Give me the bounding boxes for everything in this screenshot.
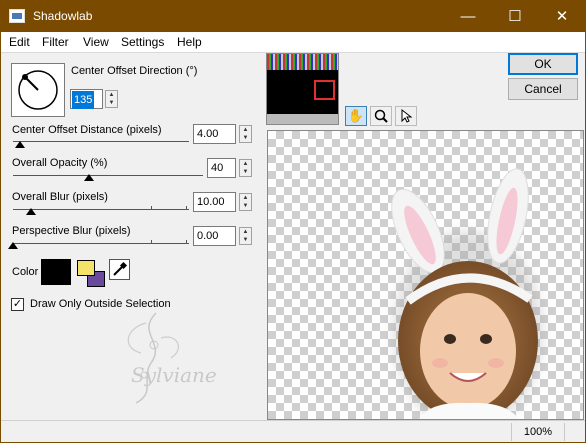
opacity-label: Overall Opacity (%) <box>12 157 108 169</box>
app-icon <box>9 9 25 23</box>
distance-spinner[interactable]: ▲ ▼ <box>239 125 252 143</box>
thumbnail-strip-bottom <box>267 114 338 124</box>
blur-label: Overall Blur (pixels) <box>12 191 108 203</box>
perspective-spinner[interactable]: ▲ ▼ <box>239 227 252 245</box>
window-title: Shadowlab <box>33 9 93 23</box>
thumbnail-strip <box>267 54 338 70</box>
direction-spinner[interactable]: ▲ ▼ <box>105 90 118 108</box>
opacity-input[interactable]: 40 <box>207 158 236 178</box>
distance-slider-thumb[interactable] <box>15 141 26 148</box>
perspective-slider-thumb[interactable] <box>8 242 18 249</box>
watermark-flourish <box>127 312 179 404</box>
zoom-level: 100% <box>511 423 564 441</box>
slider-tick <box>151 206 152 210</box>
blur-slider-thumb[interactable] <box>25 208 36 215</box>
perspective-label: Perspective Blur (pixels) <box>12 225 131 237</box>
hand-icon: ✋ <box>347 108 365 123</box>
distance-slider[interactable] <box>13 141 189 142</box>
foreground-color-swatch[interactable] <box>77 260 95 276</box>
bunny-girl-image <box>391 168 543 419</box>
direction-dial[interactable] <box>11 63 65 117</box>
arrow-icon <box>401 108 413 123</box>
menu-settings[interactable]: Settings <box>121 35 164 49</box>
shadowlab-window: Shadowlab — ☐ ✕ Edit Filter View Setting… <box>0 0 586 443</box>
menu-view[interactable]: View <box>83 35 109 49</box>
opacity-slider-thumb[interactable] <box>84 174 94 181</box>
color-label: Color <box>12 266 39 278</box>
maximize-button[interactable]: ☐ <box>492 1 538 32</box>
menu-edit[interactable]: Edit <box>9 35 30 49</box>
cancel-button[interactable]: Cancel <box>508 78 578 100</box>
menu-filter[interactable]: Filter <box>42 35 69 49</box>
eyedropper-icon <box>113 261 128 276</box>
preview-panel: ✋ OK Cancel <box>263 53 585 420</box>
slider-tick <box>151 240 152 244</box>
blur-spinner[interactable]: ▲ ▼ <box>239 193 252 211</box>
status-cell <box>564 423 584 441</box>
zoom-tool-button[interactable] <box>370 106 392 126</box>
watermark-text: Sylviane <box>131 363 217 387</box>
settings-panel: Center Offset Direction (°) 135 ▲ ▼ Cente… <box>1 53 263 420</box>
view-rectangle[interactable] <box>314 80 335 100</box>
status-bar: 100% <box>1 420 585 442</box>
menu-bar: Edit Filter View Settings Help <box>1 32 585 52</box>
shadow-color-swatch[interactable] <box>41 259 71 285</box>
ok-button[interactable]: OK <box>508 53 578 75</box>
arrow-tool-button[interactable] <box>395 106 417 126</box>
perspective-input[interactable]: 0.00 <box>193 226 236 246</box>
distance-input[interactable]: 4.00 <box>193 124 236 144</box>
slider-tick <box>186 240 187 244</box>
dial-icon <box>18 70 58 110</box>
blur-slider[interactable] <box>13 209 189 210</box>
opacity-spinner[interactable]: ▲ ▼ <box>239 159 252 177</box>
minimize-button[interactable]: — <box>445 1 491 32</box>
opacity-slider[interactable] <box>13 175 203 176</box>
blur-input[interactable]: 10.00 <box>193 192 236 212</box>
close-button[interactable]: ✕ <box>539 1 585 32</box>
menu-help[interactable]: Help <box>177 35 202 49</box>
distance-label: Center Offset Distance (pixels) <box>12 124 162 136</box>
direction-input[interactable]: 135 <box>70 89 103 109</box>
slider-tick <box>186 206 187 210</box>
direction-label: Center Offset Direction (°) <box>71 65 198 77</box>
zoom-icon <box>374 109 388 123</box>
hand-tool-button[interactable]: ✋ <box>345 106 367 126</box>
navigator-thumbnail[interactable] <box>266 53 339 125</box>
title-bar: Shadowlab — ☐ ✕ <box>1 1 585 32</box>
perspective-slider[interactable] <box>13 243 189 244</box>
preview-canvas[interactable] <box>267 130 584 420</box>
direction-value: 135 <box>72 91 95 109</box>
draw-outside-checkbox[interactable]: ✓ <box>11 298 24 311</box>
eyedropper-button[interactable] <box>109 259 130 280</box>
